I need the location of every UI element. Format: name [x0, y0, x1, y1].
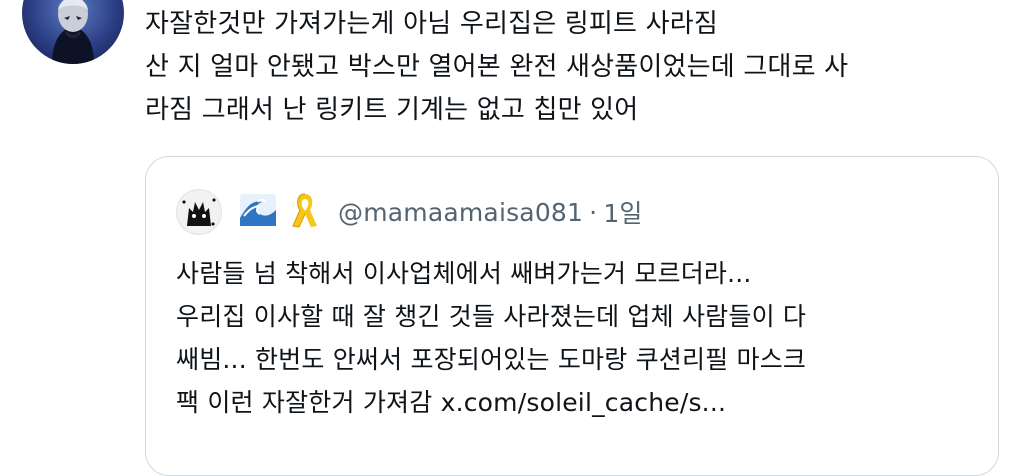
post-line: 자잘한것만 가져가는게 아님 우리집은 링피트 사라짐	[145, 9, 718, 39]
quoted-timestamp[interactable]: 1일	[603, 194, 642, 230]
quoted-meta: @mamaamaisa081 · 1일	[338, 194, 643, 230]
meta-separator: ·	[589, 197, 598, 227]
wave-icon	[238, 190, 278, 234]
post-text: 자잘한것만 가져가는게 아님 우리집은 링피트 사라짐 산 지 얼마 안됐고 박…	[145, 3, 1015, 132]
quoted-post-header: @mamaamaisa081 · 1일	[176, 189, 643, 235]
quoted-display-name[interactable]	[238, 190, 322, 234]
quoted-author-avatar[interactable]	[176, 189, 222, 235]
quoted-post-text: 사람들 넘 착해서 이사업체에서 쌔벼가는거 모르더라... 우리집 이사할 때…	[176, 252, 976, 424]
quoted-post-card[interactable]: @mamaamaisa081 · 1일 사람들 넘 착해서 이사업체에서 쌔벼가…	[145, 156, 999, 476]
author-avatar[interactable]	[22, 0, 124, 64]
yellow-ribbon-icon	[288, 190, 322, 234]
quoted-line: 사람들 넘 착해서 이사업체에서 쌔벼가는거 모르더라...	[176, 259, 752, 288]
post-line: 라짐 그래서 난 링키트 기계는 없고 칩만 있어	[145, 95, 639, 125]
quoted-handle[interactable]: @mamaamaisa081	[338, 198, 583, 227]
quoted-line: 팩 이런 자잘한거 가져감 x.com/soleil_cache/s...	[176, 388, 727, 417]
quoted-line: 우리집 이사할 때 잘 챙긴 것들 사라졌는데 업체 사람들이 다	[176, 302, 807, 331]
post-line: 산 지 얼마 안됐고 박스만 열어본 완전 새상품이었는데 그대로 사	[145, 52, 849, 82]
quoted-line: 쌔빔... 한번도 안써서 포장되어있는 도마랑 쿠션리필 마스크	[176, 345, 807, 374]
